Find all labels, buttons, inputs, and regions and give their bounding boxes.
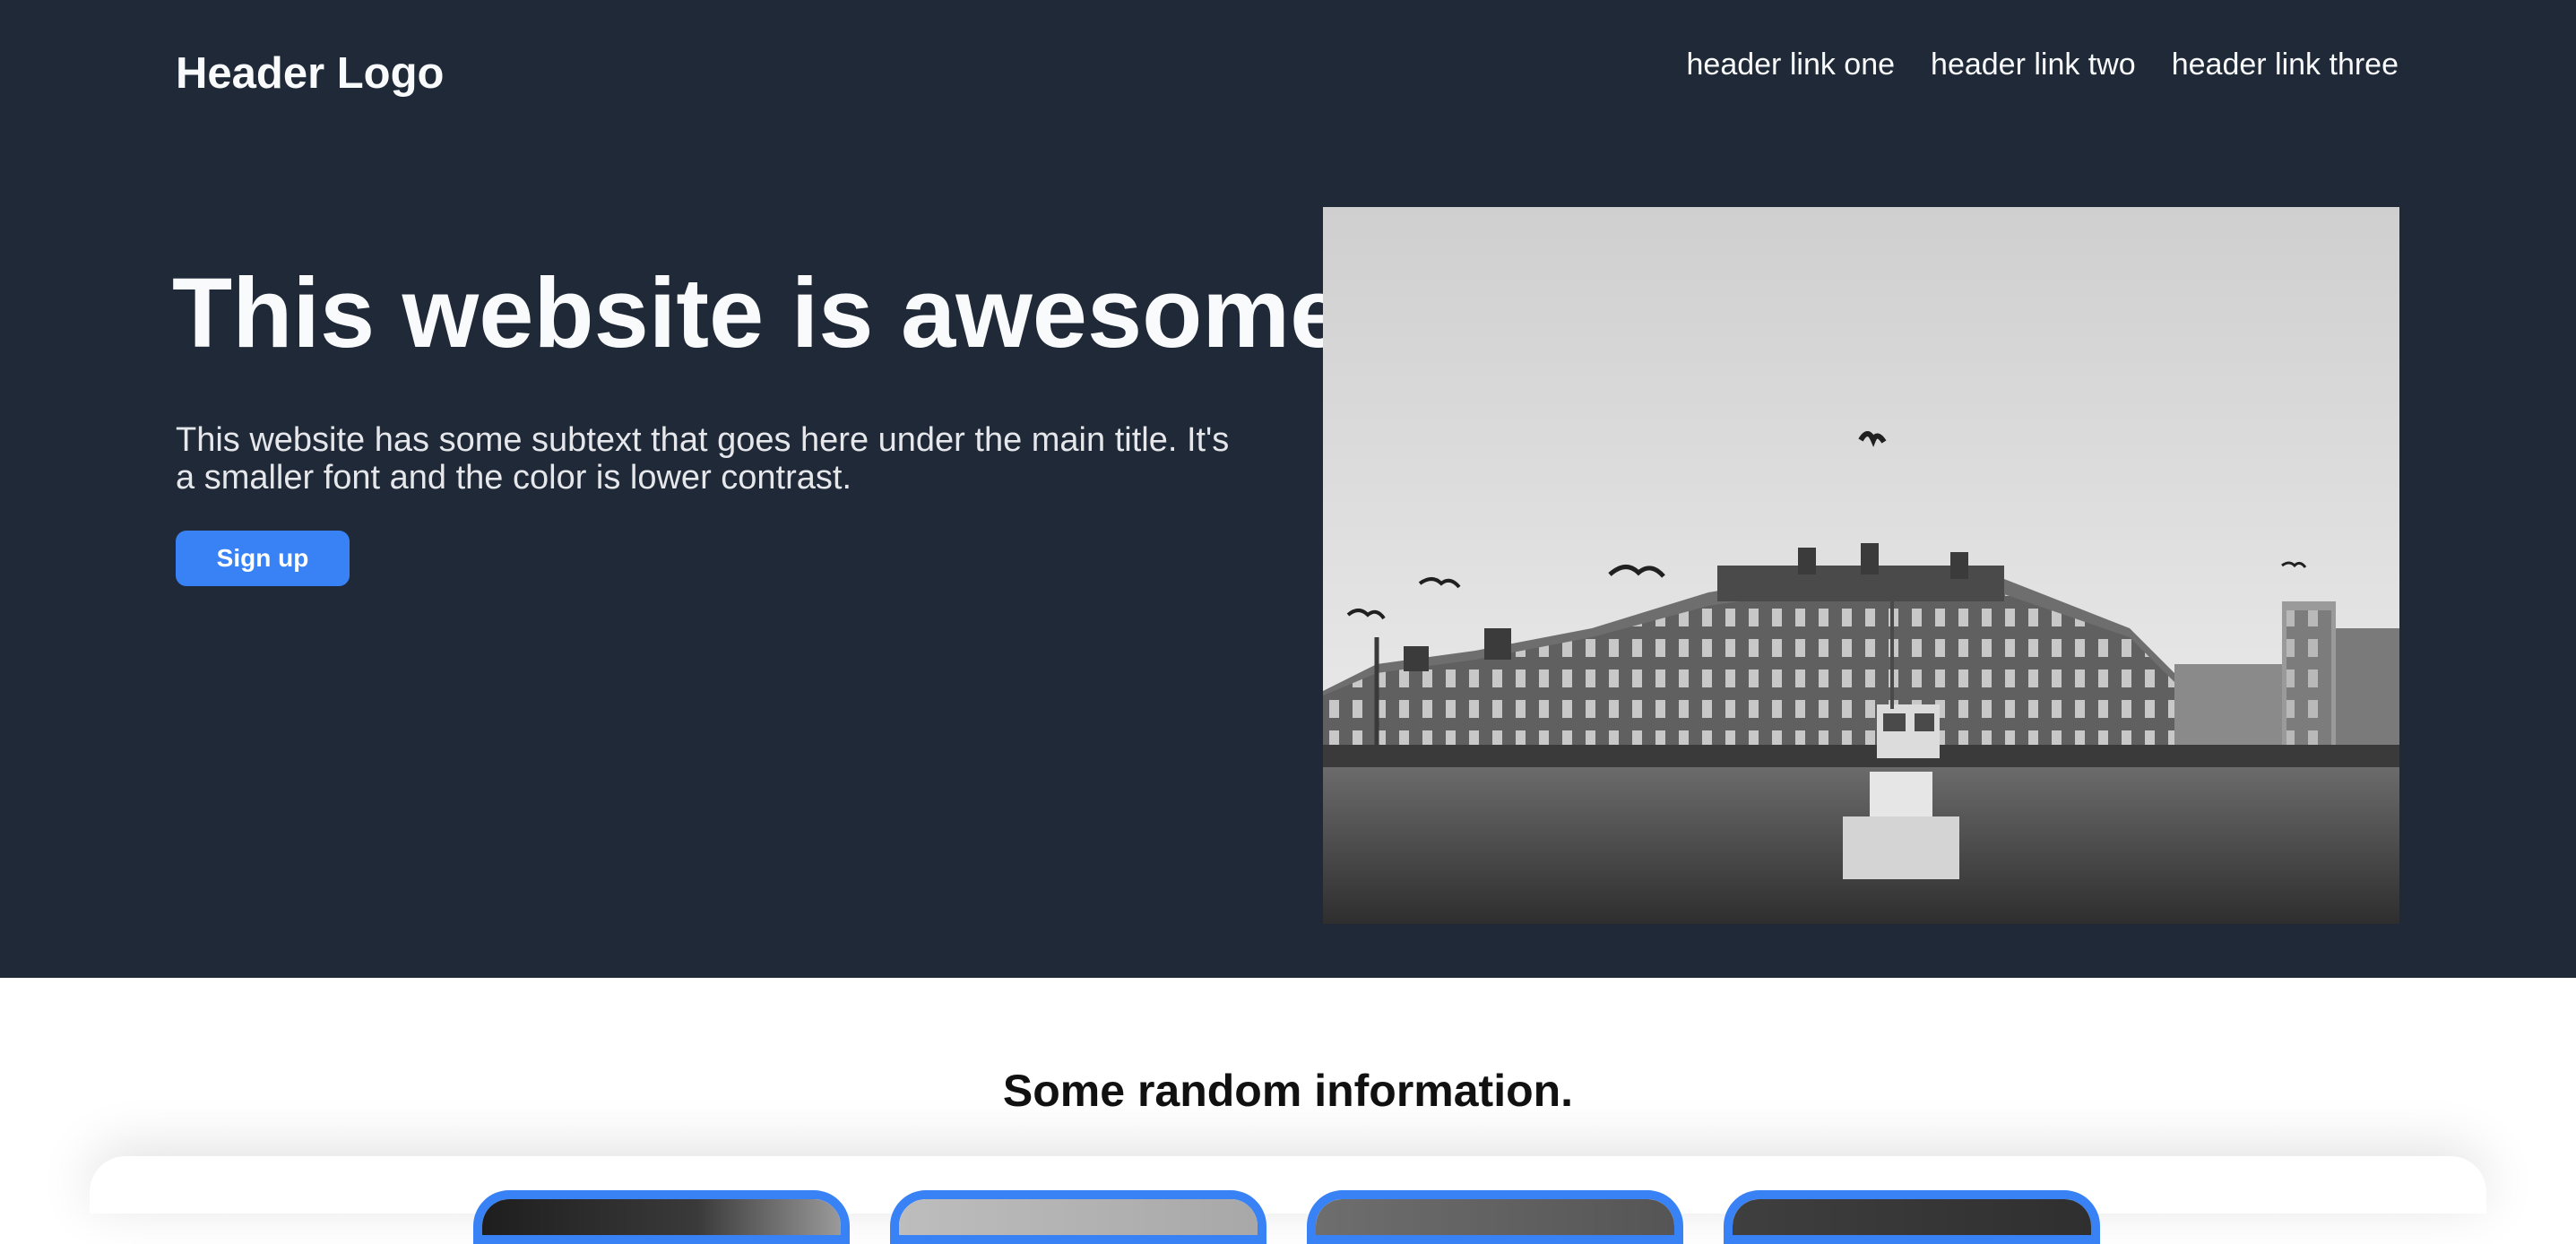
nav-link-three[interactable]: header link three	[2172, 43, 2399, 86]
hero-section: Header Logo header link one header link …	[0, 0, 2576, 978]
card-image	[1733, 1199, 2091, 1235]
header-logo[interactable]: Header Logo	[176, 45, 444, 102]
card-image	[899, 1199, 1258, 1235]
info-card[interactable]	[1307, 1190, 1683, 1244]
hero-subtext: This website has some subtext that goes …	[176, 421, 1230, 497]
info-card[interactable]	[890, 1190, 1266, 1244]
sign-up-button[interactable]: Sign up	[176, 531, 350, 586]
section-title: Some random information.	[1002, 1066, 1574, 1116]
nav-link-two[interactable]: header link two	[1931, 43, 2136, 86]
hero-image	[1323, 207, 2399, 924]
card-strip-shadow	[90, 1156, 2486, 1214]
info-card[interactable]	[473, 1190, 850, 1244]
nav-link-one[interactable]: header link one	[1687, 43, 1896, 86]
card-image	[482, 1199, 841, 1235]
info-card[interactable]	[1724, 1190, 2100, 1244]
card-image	[1316, 1199, 1674, 1235]
header-nav: header link one header link two header l…	[1687, 43, 2399, 86]
hero-title: This website is awesome	[172, 258, 1345, 368]
